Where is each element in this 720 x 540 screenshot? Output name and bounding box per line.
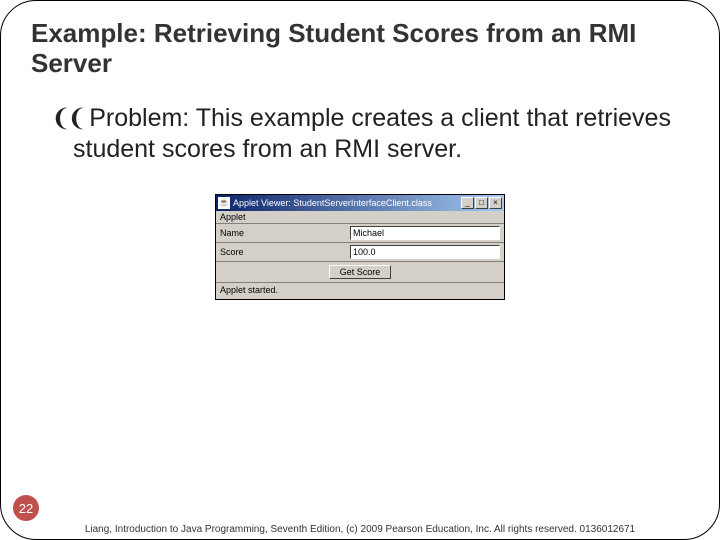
score-row: Score [216,243,504,262]
slide-frame: Example: Retrieving Student Scores from … [0,0,720,540]
name-label: Name [220,228,350,238]
slide-title: Example: Retrieving Student Scores from … [31,19,689,79]
bullet-icon: ❨❨ [51,106,83,132]
close-button[interactable]: × [489,197,502,209]
menu-applet[interactable]: Applet [220,212,246,222]
problem-paragraph: ❨❨Problem: This example creates a client… [53,103,689,164]
footer-citation: Liang, Introduction to Java Programming,… [1,524,719,535]
maximize-button[interactable]: □ [475,197,488,209]
page-number-badge: 22 [13,495,39,521]
java-icon: ☕ [218,197,230,209]
form-panel: Name Score Get Score [216,224,504,283]
window-titlebar: ☕ Applet Viewer: StudentServerInterfaceC… [216,195,504,211]
name-row: Name [216,224,504,243]
problem-text: Problem: This example creates a client t… [73,104,671,163]
score-input[interactable] [350,245,500,259]
button-row: Get Score [216,262,504,283]
applet-screenshot-area: ☕ Applet Viewer: StudentServerInterfaceC… [31,194,689,300]
window-buttons: _ □ × [461,197,502,209]
status-text: Applet started. [220,285,278,295]
score-label: Score [220,247,350,257]
name-input[interactable] [350,226,500,240]
minimize-button[interactable]: _ [461,197,474,209]
window-title-text: Applet Viewer: StudentServerInterfaceCli… [233,198,461,208]
get-score-button[interactable]: Get Score [329,265,392,279]
applet-window: ☕ Applet Viewer: StudentServerInterfaceC… [215,194,505,300]
status-bar: Applet started. [216,283,504,299]
menubar: Applet [216,211,504,224]
